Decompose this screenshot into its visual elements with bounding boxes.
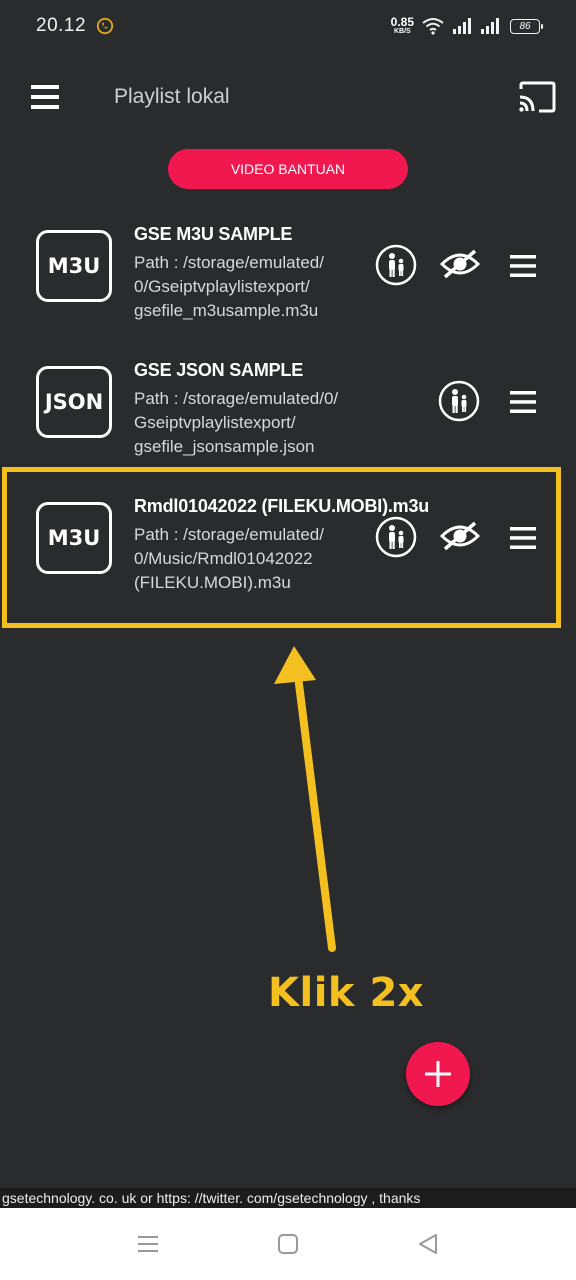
m3u-file-icon: M3U: [36, 502, 112, 574]
playlist-info: GSE JSON SAMPLE Path : /storage/emulated…: [134, 360, 394, 459]
playlist-title: GSE M3U SAMPLE: [134, 224, 293, 244]
annotation-arrow-icon: [274, 646, 336, 952]
recents-button[interactable]: [133, 1229, 163, 1259]
wifi-icon: [422, 18, 444, 35]
playlist-title: Rmdl01042022 (FILEKU.MOBI).m3u: [134, 496, 430, 516]
playlist-item[interactable]: JSON GSE JSON SAMPLE Path : /storage/emu…: [0, 346, 576, 476]
visibility-off-icon[interactable]: [440, 520, 480, 552]
playlist-path-line: Path : /storage/emulated/: [134, 253, 324, 272]
playlist-path: Path : /storage/emulated/0/ Gseiptvplayl…: [134, 387, 394, 459]
playlist-info: Rmdl01042022 (FILEKU.MOBI).m3u Path : /s…: [134, 496, 430, 595]
json-file-icon: JSON: [36, 366, 112, 438]
back-icon: [419, 1234, 437, 1254]
playlist-path: Path : /storage/emulated/ 0/Music/Rmdl01…: [134, 523, 384, 595]
page-title: Playlist lokal: [114, 85, 230, 108]
net-speed: 0.85 KB/S: [390, 14, 414, 36]
playlist-path: Path : /storage/emulated/ 0/Gseiptvplayl…: [134, 251, 384, 323]
playlist-path-line: Gseiptvplaylistexport/: [134, 413, 296, 432]
playlist-title: GSE JSON SAMPLE: [134, 360, 304, 380]
battery-indicator: 86: [510, 18, 543, 34]
navigation-bar: [0, 1208, 576, 1280]
add-playlist-button[interactable]: [406, 1042, 470, 1106]
app-bar: Playlist lokal: [0, 60, 576, 132]
parental-control-icon[interactable]: [375, 516, 417, 558]
drag-handle-icon[interactable]: [510, 526, 536, 550]
playlist-info: GSE M3U SAMPLE Path : /storage/emulated/…: [134, 224, 384, 323]
signal-icon: [453, 18, 471, 34]
playlist-path-line: gsefile_m3usample.m3u: [134, 301, 319, 320]
parental-control-icon[interactable]: [375, 244, 417, 286]
status-indicators: 0.85 KB/S 86: [390, 14, 543, 36]
parental-control-icon[interactable]: [438, 380, 480, 422]
m3u-file-icon: M3U: [36, 230, 112, 302]
video-help-button[interactable]: VIDEO BANTUAN: [168, 149, 408, 189]
playlist-path-line: 0/Gseiptvplaylistexport/: [134, 277, 310, 296]
hamburger-menu-icon[interactable]: [30, 82, 60, 112]
playlist-path-line: gsefile_jsonsample.json: [134, 437, 315, 456]
cast-icon[interactable]: [517, 80, 557, 114]
back-button[interactable]: [413, 1229, 443, 1259]
home-icon: [278, 1234, 298, 1254]
playlist-path-line: Path : /storage/emulated/: [134, 525, 324, 544]
visibility-off-icon[interactable]: [440, 248, 480, 280]
home-button[interactable]: [273, 1229, 303, 1259]
playlist-path-line: Path : /storage/emulated/0/: [134, 389, 339, 408]
playlist-path-line: (FILEKU.MOBI).m3u: [134, 573, 291, 592]
drag-handle-icon[interactable]: [510, 390, 536, 414]
marquee-banner: gsetechnology. co. uk or https: //twitte…: [0, 1188, 576, 1208]
plus-icon: [425, 1061, 451, 1087]
drag-handle-icon[interactable]: [510, 254, 536, 278]
playlist-item[interactable]: M3U GSE M3U SAMPLE Path : /storage/emula…: [0, 210, 576, 340]
playlist-item[interactable]: M3U Rmdl01042022 (FILEKU.MOBI).m3u Path …: [0, 482, 576, 612]
annotation-text: Klik 2x: [268, 970, 425, 1016]
signal-icon: [481, 18, 499, 34]
net-speed-value: 0.85: [390, 14, 414, 29]
status-bar: 20.12 0.85 KB/S 86: [0, 0, 576, 52]
playlist-path-line: 0/Music/Rmdl01042022: [134, 549, 313, 568]
status-time: 20.12: [36, 15, 87, 36]
net-speed-unit: KB/S: [393, 27, 411, 35]
recents-icon: [138, 1236, 158, 1252]
whatsapp-icon: [96, 17, 114, 35]
